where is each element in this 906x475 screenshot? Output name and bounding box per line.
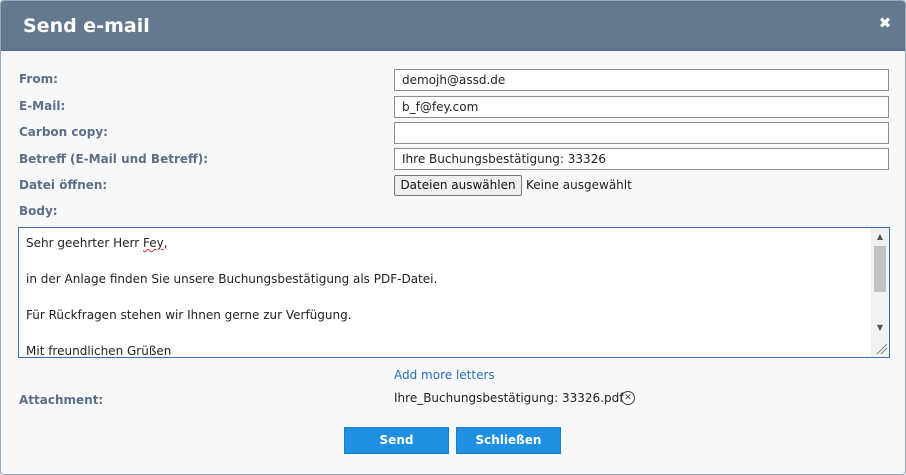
- body-greeting: Sehr geehrter Herr Fey,: [26, 236, 168, 250]
- attachment-filename: Ihre_Buchungsbestätigung: 33326.pdf: [394, 391, 624, 405]
- body-textarea[interactable]: Sehr geehrter Herr Fey, in der Anlage fi…: [18, 227, 890, 358]
- carbon-copy-label: Carbon copy:: [19, 125, 108, 139]
- greeting-name: Fey: [143, 236, 164, 250]
- attachment-label: Attachment:: [19, 393, 104, 407]
- send-button[interactable]: Send: [344, 427, 449, 454]
- scroll-thumb[interactable]: [874, 246, 886, 292]
- body-line: Für Rückfragen stehen wir Ihnen gerne zu…: [26, 308, 352, 322]
- from-label: From:: [19, 72, 58, 86]
- file-status-text: Keine ausgewählt: [526, 178, 632, 192]
- scroll-down-arrow-icon[interactable]: ▼: [871, 321, 889, 335]
- close-button[interactable]: Schließen: [456, 427, 561, 454]
- email-label: E-Mail:: [19, 99, 66, 113]
- choose-files-button[interactable]: Dateien auswählen: [394, 175, 522, 196]
- greeting-prefix: Sehr geehrter Herr: [26, 236, 143, 250]
- email-field[interactable]: b_f@fey.com: [394, 96, 889, 118]
- close-icon[interactable]: ✖: [876, 14, 894, 32]
- resize-grip-icon[interactable]: [875, 342, 887, 354]
- subject-label: Betreff (E-Mail und Betreff):: [19, 152, 209, 166]
- greeting-suffix: ,: [163, 236, 168, 250]
- body-label: Body:: [19, 204, 58, 218]
- add-more-letters-link[interactable]: Add more letters: [394, 368, 495, 382]
- dialog-title: Send e-mail: [23, 15, 150, 37]
- file-open-label: Datei öffnen:: [19, 178, 108, 192]
- remove-attachment-icon[interactable]: ✕: [621, 391, 635, 405]
- scroll-up-arrow-icon[interactable]: ▲: [871, 230, 889, 244]
- from-field[interactable]: demojh@assd.de: [394, 69, 889, 91]
- send-email-dialog: Send e-mail ✖ From: demojh@assd.de E-Mai…: [0, 0, 906, 475]
- body-line: in der Anlage finden Sie unsere Buchungs…: [26, 272, 438, 286]
- dialog-titlebar: Send e-mail ✖: [1, 1, 905, 51]
- body-line: Mit freundlichen Grüßen: [26, 344, 172, 358]
- subject-field[interactable]: Ihre Buchungsbestätigung: 33326: [394, 148, 889, 170]
- body-scrollbar[interactable]: ▲ ▼: [871, 228, 889, 357]
- carbon-copy-field[interactable]: [394, 122, 889, 144]
